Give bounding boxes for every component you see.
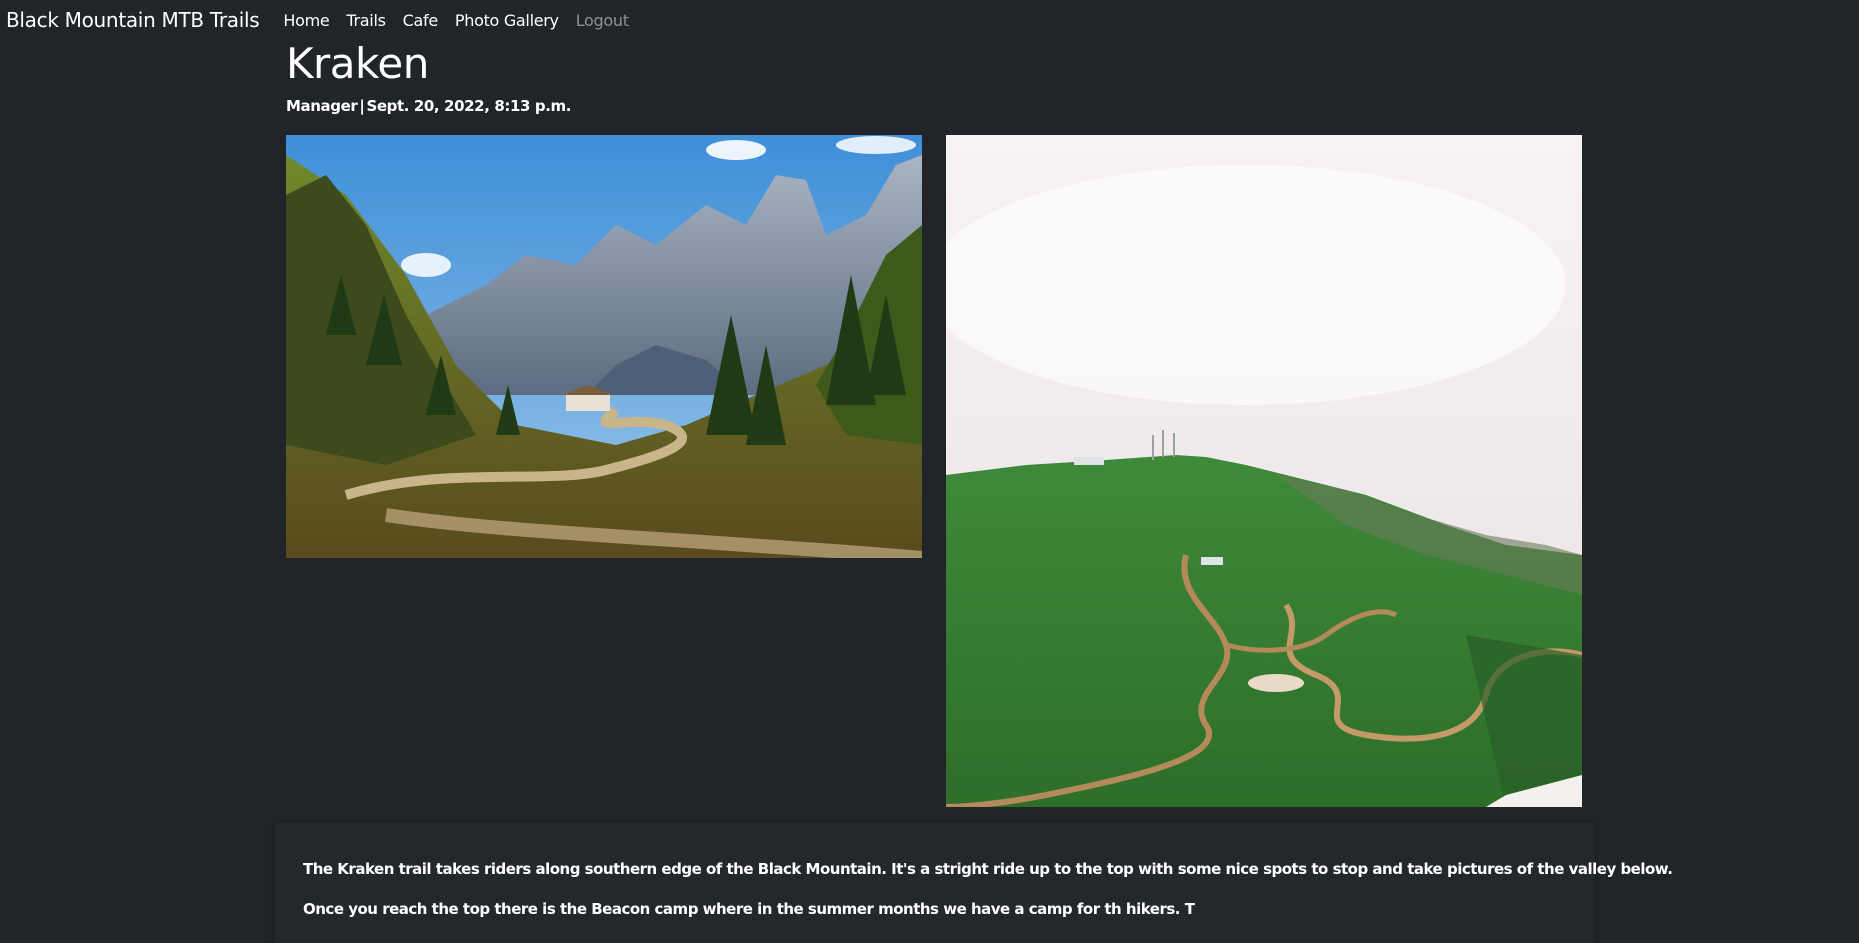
navbar: Black Mountain MTB Trails Home Trails Ca…: [0, 0, 1859, 40]
trail-photo-hillside: [946, 135, 1582, 807]
trail-photo-valley: [286, 135, 922, 558]
post-date: Sept. 20, 2022, 8:13 p.m.: [366, 97, 572, 115]
description-paragraph: Once you reach the top there is the Beac…: [303, 900, 1195, 918]
post-title: Kraken: [286, 39, 429, 88]
post-author: Manager: [286, 97, 358, 115]
nav-trails-link[interactable]: Trails: [346, 11, 386, 30]
description-paragraph: The Kraken trail takes riders along sout…: [303, 860, 1673, 878]
nav-links: Home Trails Cafe Photo Gallery Logout: [283, 11, 629, 30]
post-meta: Manager | Sept. 20, 2022, 8:13 p.m.: [286, 97, 571, 115]
brand-link[interactable]: Black Mountain MTB Trails: [6, 8, 260, 32]
green-hillside-photo-icon: [946, 135, 1582, 807]
mountain-valley-photo-icon: [286, 135, 922, 558]
nav-home-link[interactable]: Home: [283, 11, 329, 30]
nav-photo-gallery-link[interactable]: Photo Gallery: [455, 11, 559, 30]
nav-cafe-link[interactable]: Cafe: [403, 11, 439, 30]
post-description: The Kraken trail takes riders along sout…: [275, 823, 1673, 943]
nav-logout-link[interactable]: Logout: [576, 11, 629, 30]
